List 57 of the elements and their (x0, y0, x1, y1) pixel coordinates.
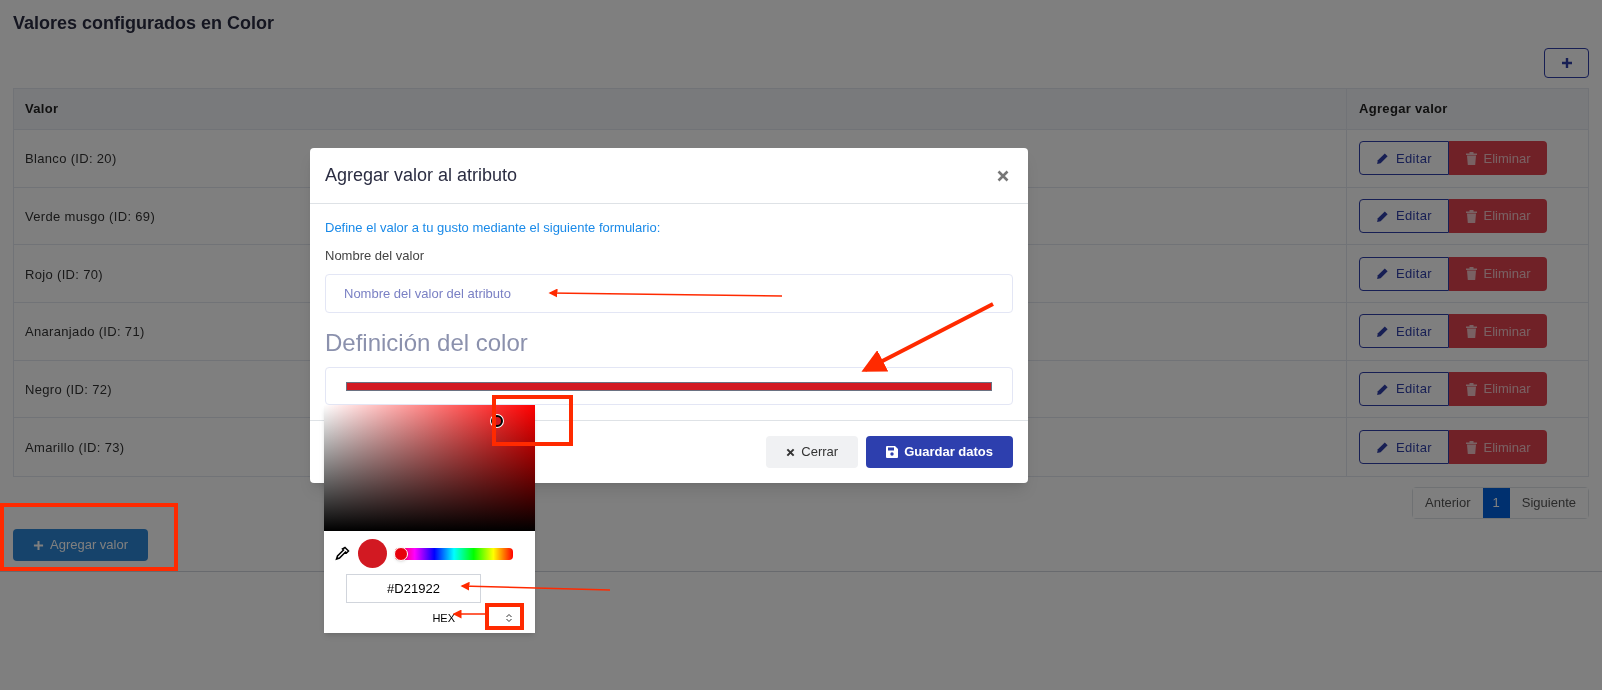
table-cell: Verde musgo (ID: 69) (25, 209, 156, 225)
delete-button[interactable]: Eliminar (1449, 199, 1547, 234)
trash-icon (1465, 440, 1477, 454)
trash-icon (1465, 267, 1477, 281)
highlight-box (485, 603, 524, 630)
table-cell: Negro (ID: 72) (25, 382, 112, 398)
trash-icon (1465, 209, 1477, 223)
delete-button[interactable]: Eliminar (1449, 430, 1547, 465)
section-heading: Definición del color (325, 329, 528, 356)
pencil-icon (1376, 151, 1390, 165)
saturation-area[interactable] (324, 405, 535, 531)
table-cell: Blanco (ID: 20) (25, 151, 117, 167)
plus-icon (33, 539, 44, 551)
eyedropper-icon[interactable] (334, 545, 350, 562)
pencil-icon (1376, 209, 1390, 223)
edit-button[interactable]: Editar (1359, 256, 1449, 291)
pencil-icon (1376, 324, 1390, 338)
delete-button[interactable]: Eliminar (1449, 141, 1547, 176)
plus-icon (1560, 57, 1573, 69)
table-cell: Rojo (ID: 70) (25, 266, 103, 282)
pencil-icon (1376, 267, 1390, 281)
save-icon (886, 446, 899, 458)
edit-button[interactable]: Editar (1359, 199, 1449, 234)
table-cell: Amarillo (ID: 73) (25, 440, 125, 456)
pencil-icon (1376, 440, 1390, 454)
edit-button[interactable]: Editar (1359, 372, 1449, 407)
pagination-link[interactable]: 1 (1482, 488, 1510, 519)
edit-button[interactable]: Editar (1359, 430, 1449, 465)
slider-thumb[interactable] (394, 546, 408, 561)
delete-button[interactable]: Eliminar (1449, 256, 1547, 291)
close-icon[interactable] (997, 169, 1009, 182)
close-button[interactable]: Cerrar (766, 436, 859, 468)
form-intro: Define el valor a tu gusto mediante el siguiente formulario: (325, 219, 662, 237)
color-mode-label: HEX (432, 611, 455, 626)
column-header: Agregar valor (1346, 89, 1588, 129)
table-cell: Anaranjado (ID: 71) (25, 324, 145, 340)
pencil-icon (1376, 382, 1390, 396)
trash-icon (1465, 151, 1477, 165)
modal-title: Agregar valor al atributo (325, 164, 518, 187)
toggle-arrows-icon[interactable] (505, 613, 513, 624)
input-field[interactable]: Nombre del valor del atributo (325, 274, 1013, 313)
trash-icon (1465, 324, 1477, 338)
hex-input-field[interactable]: #D21922 (346, 574, 481, 603)
trash-icon (1465, 382, 1477, 396)
color-field[interactable] (325, 367, 1013, 405)
add-button[interactable] (1544, 48, 1589, 78)
delete-button[interactable]: Eliminar (1449, 372, 1547, 407)
edit-button[interactable]: Editar (1359, 314, 1449, 349)
page-title: Valores configurados en Color (13, 12, 276, 35)
field-label: Nombre del valor (325, 247, 425, 265)
save-button[interactable]: Guardar datos (866, 436, 1013, 468)
close-icon (786, 447, 796, 457)
delete-button[interactable]: Eliminar (1449, 314, 1547, 349)
column-header: Valor (24, 100, 60, 119)
hue-slider[interactable] (395, 547, 513, 560)
edit-button[interactable]: Editar (1359, 141, 1449, 176)
add-value-button[interactable]: Agregar valor (13, 529, 149, 562)
